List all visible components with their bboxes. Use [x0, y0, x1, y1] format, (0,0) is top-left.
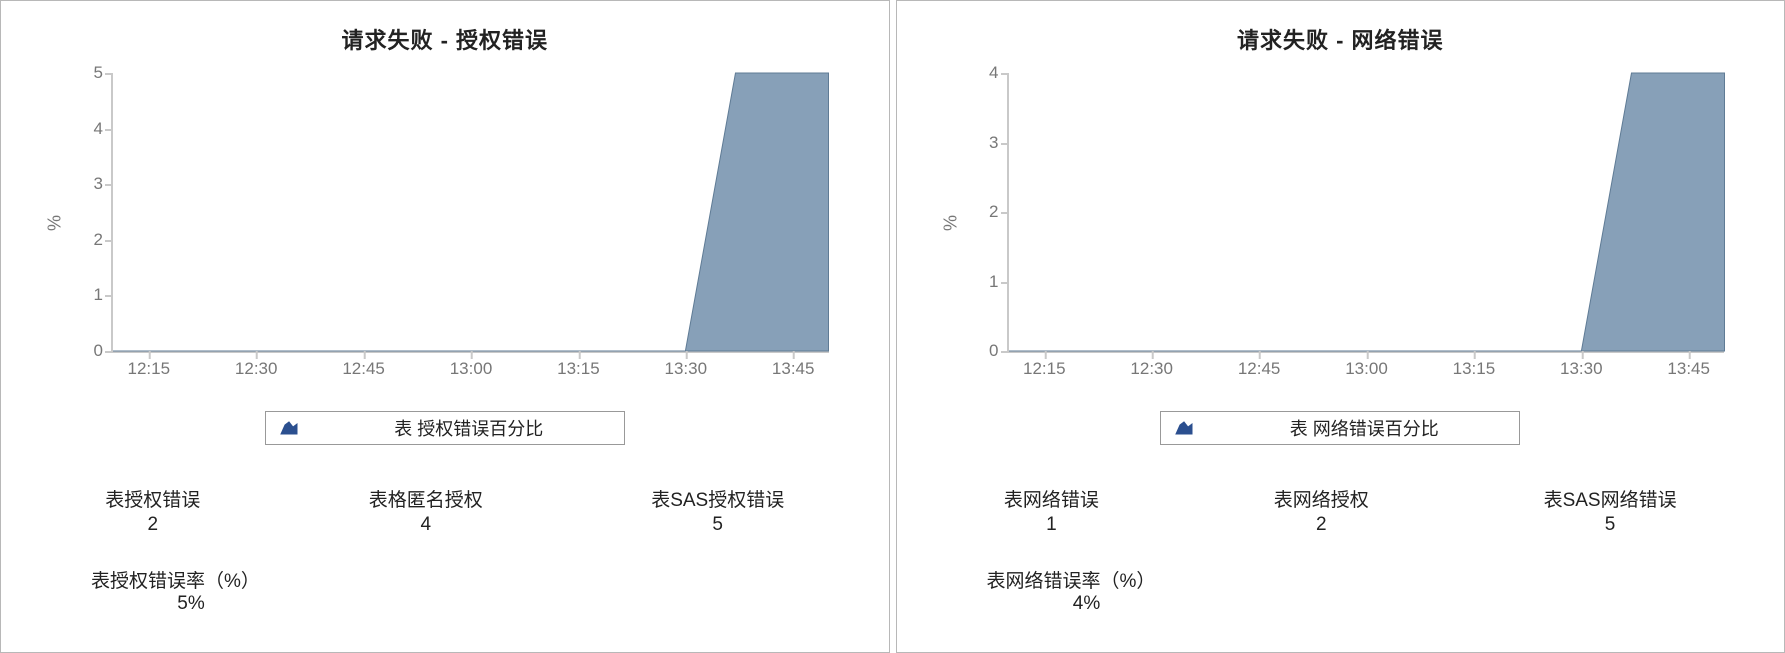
x-tick: 12:45 — [1238, 359, 1281, 379]
y-tick: 4 — [73, 119, 103, 139]
legend-0[interactable]: 表 授权错误百分比 — [265, 411, 625, 445]
stat-value: 2 — [1274, 514, 1369, 536]
chart-area-0[interactable]: % 01234512:1512:3012:4513:0013:1513:3013… — [51, 63, 839, 383]
stat-label: 表SAS授权错误 — [651, 485, 784, 512]
footer-label: 表授权错误率（%） — [91, 566, 869, 593]
stat-value: 5 — [651, 514, 784, 536]
legend-label: 表 网络错误百分比 — [1223, 415, 1505, 441]
y-tick: 2 — [969, 202, 999, 222]
chart-title: 请求失败 - 授权错误 — [21, 23, 869, 55]
stat-0-0: 表授权错误 2 — [105, 485, 200, 536]
y-tick: 1 — [73, 285, 103, 305]
stats-row-1: 表网络错误 1 表网络授权 2 表SAS网络错误 5 — [917, 485, 1765, 536]
stat-1-1: 表网络授权 2 — [1274, 485, 1369, 536]
stat-label: 表网络授权 — [1274, 485, 1369, 512]
stat-label: 表SAS网络错误 — [1544, 485, 1677, 512]
stat-label: 表格匿名授权 — [369, 485, 483, 512]
stat-label: 表网络错误 — [1004, 485, 1099, 512]
panel-network-errors: 请求失败 - 网络错误 % 0123412:1512:3012:4513:001… — [896, 0, 1785, 653]
x-tick: 12:45 — [342, 359, 385, 379]
footer-value: 5% — [91, 593, 291, 615]
x-tick: 13:15 — [1453, 359, 1496, 379]
y-tick: 0 — [969, 341, 999, 361]
footer-label: 表网络错误率（%） — [987, 566, 1765, 593]
x-tick: 13:45 — [772, 359, 815, 379]
x-tick: 12:15 — [1023, 359, 1066, 379]
y-tick: 3 — [969, 133, 999, 153]
chart-axes-1: 0123412:1512:3012:4513:0013:1513:3013:45 — [1007, 73, 1725, 353]
x-tick: 13:15 — [557, 359, 600, 379]
stat-label: 表授权错误 — [105, 485, 200, 512]
y-axis-label: % — [45, 215, 66, 231]
legend-label: 表 授权错误百分比 — [328, 415, 610, 441]
y-tick: 5 — [73, 63, 103, 83]
footer-stat-1: 表网络错误率（%） 4% — [987, 566, 1765, 615]
y-tick: 4 — [969, 63, 999, 83]
x-tick: 13:30 — [1560, 359, 1603, 379]
stat-value: 1 — [1004, 514, 1099, 536]
y-axis-label: % — [940, 215, 961, 231]
stat-1-0: 表网络错误 1 — [1004, 485, 1099, 536]
x-tick: 13:00 — [450, 359, 493, 379]
x-tick: 13:30 — [665, 359, 708, 379]
stat-0-2: 表SAS授权错误 5 — [651, 485, 784, 536]
x-tick: 12:30 — [1130, 359, 1173, 379]
chart-area-1[interactable]: % 0123412:1512:3012:4513:0013:1513:3013:… — [947, 63, 1735, 383]
panel-authorization-errors: 请求失败 - 授权错误 % 01234512:1512:3012:4513:00… — [0, 0, 890, 653]
stat-value: 2 — [105, 514, 200, 536]
y-tick: 1 — [969, 272, 999, 292]
x-tick: 12:15 — [128, 359, 171, 379]
stat-1-2: 表SAS网络错误 5 — [1544, 485, 1677, 536]
stats-row-0: 表授权错误 2 表格匿名授权 4 表SAS授权错误 5 — [21, 485, 869, 536]
chart-title: 请求失败 - 网络错误 — [917, 23, 1765, 55]
area-svg-1 — [1009, 73, 1725, 351]
stat-0-1: 表格匿名授权 4 — [369, 485, 483, 536]
area-series — [1009, 73, 1725, 351]
area-series — [113, 73, 829, 351]
footer-value: 4% — [987, 593, 1187, 615]
stat-value: 5 — [1544, 514, 1677, 536]
footer-stat-0: 表授权错误率（%） 5% — [91, 566, 869, 615]
y-tick: 3 — [73, 174, 103, 194]
x-tick: 12:30 — [235, 359, 278, 379]
x-tick: 13:45 — [1667, 359, 1710, 379]
chart-axes-0: 01234512:1512:3012:4513:0013:1513:3013:4… — [111, 73, 829, 353]
x-tick: 13:00 — [1345, 359, 1388, 379]
dashboard: 请求失败 - 授权错误 % 01234512:1512:3012:4513:00… — [0, 0, 1785, 653]
legend-area-icon — [1175, 421, 1193, 435]
y-tick: 2 — [73, 230, 103, 250]
legend-1[interactable]: 表 网络错误百分比 — [1160, 411, 1520, 445]
y-tick: 0 — [73, 341, 103, 361]
stat-value: 4 — [369, 514, 483, 536]
legend-area-icon — [280, 421, 298, 435]
area-svg-0 — [113, 73, 829, 351]
